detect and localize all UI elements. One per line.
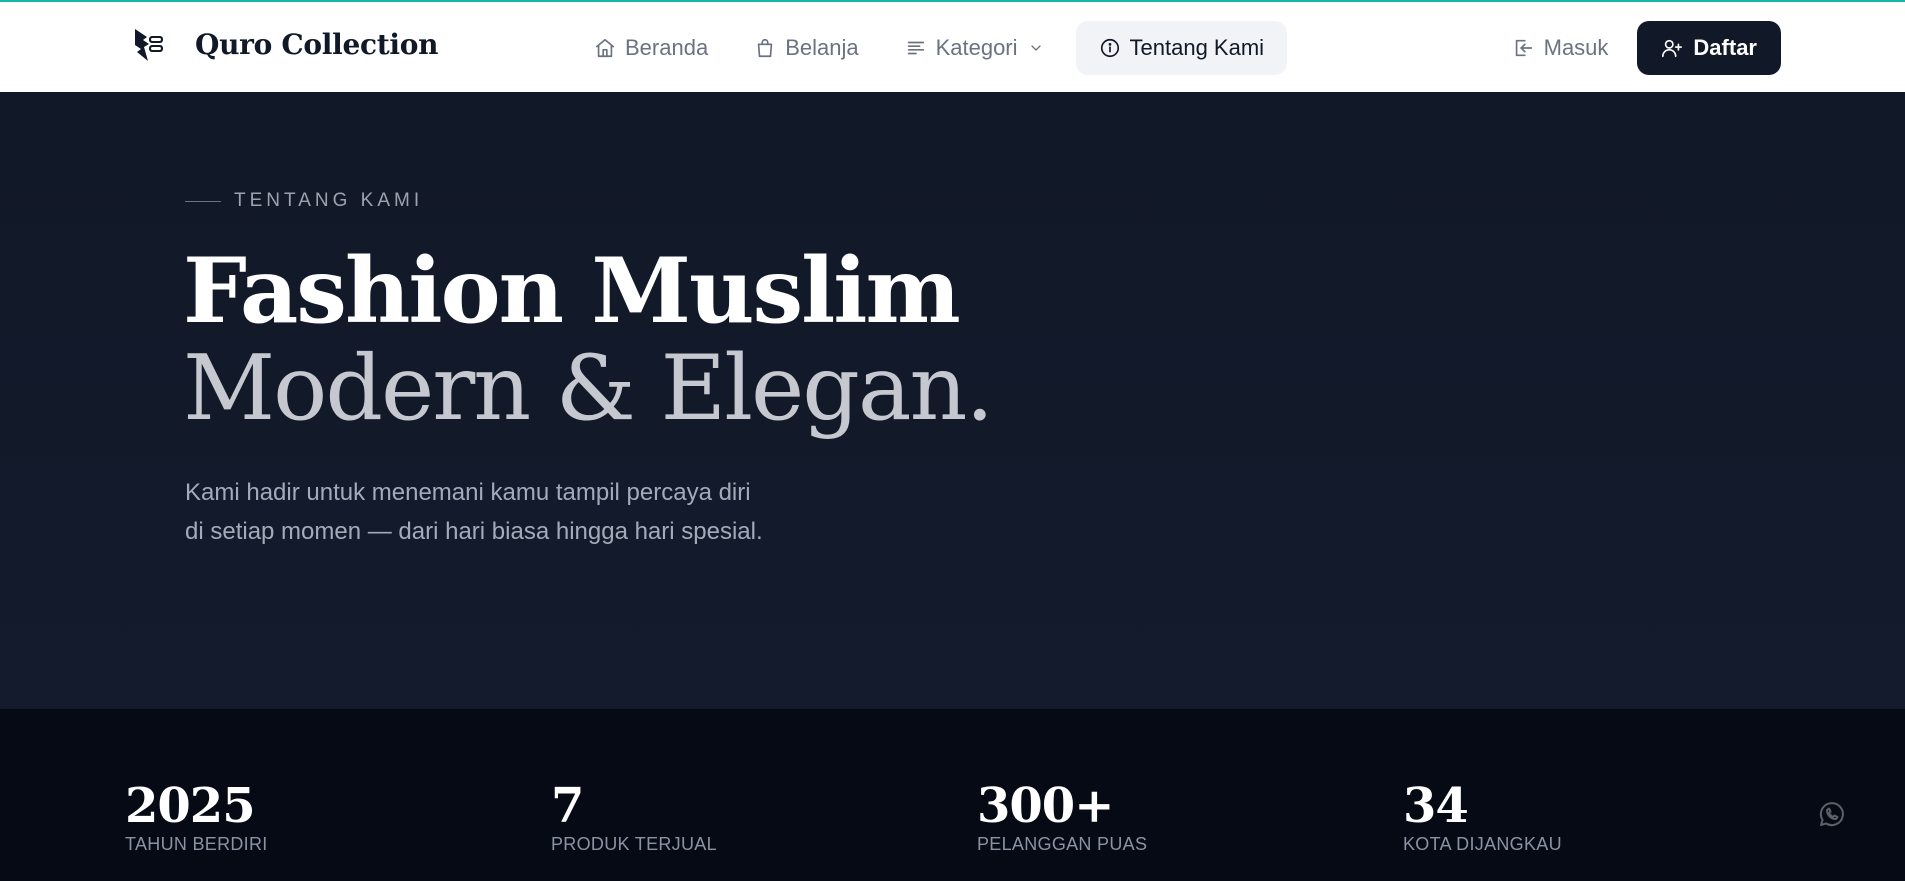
hero-eyebrow: TENTANG KAMI [185, 190, 423, 212]
site-header: Quro Collection Beranda Belanja Kategori… [0, 0, 1905, 92]
stat-value: 34 [1403, 778, 1469, 834]
login-link[interactable]: Masuk [1512, 35, 1609, 61]
brand[interactable]: Quro Collection [133, 28, 438, 62]
login-label: Masuk [1543, 35, 1609, 60]
stats-section: 2025 TAHUN BERDIRI 7 PRODUK TERJUAL 300+… [0, 709, 1905, 881]
stat-value: 2025 [125, 778, 256, 834]
hero-headline: Fashion Muslim Modern & Elegan. [183, 238, 994, 441]
nav-label-kategori: Kategori [935, 35, 1018, 60]
stat-label: PRODUK TERJUAL [551, 834, 717, 854]
nav-label-beranda: Beranda [625, 35, 709, 60]
eyebrow-divider [185, 200, 221, 202]
register-label: Daftar [1693, 35, 1757, 60]
home-icon [595, 38, 615, 58]
stat-label: KOTA DIJANGKAU [1403, 834, 1562, 854]
auth-actions: Masuk Daftar [1512, 21, 1781, 75]
login-icon [1515, 39, 1532, 57]
shopping-bag-icon [757, 38, 773, 58]
nav-item-tentang-kami[interactable]: Tentang Kami [1075, 21, 1288, 75]
brand-name: Quro Collection [195, 28, 439, 61]
stat-pelanggan-puas: 300+ PELANGGAN PUAS [977, 779, 1147, 855]
nav-label-belanja: Belanja [785, 35, 859, 60]
register-button[interactable]: Daftar [1637, 21, 1781, 75]
nav-item-beranda[interactable]: Beranda [580, 21, 722, 75]
hero-section: TENTANG KAMI Fashion Muslim Modern & Ele… [0, 92, 1905, 709]
nav-item-kategori[interactable]: Kategori [891, 21, 1058, 75]
stat-value: 300+ [977, 778, 1114, 834]
nav-label-tentang-kami: Tentang Kami [1129, 35, 1265, 60]
menu-lines-icon [907, 41, 924, 55]
headline-line-2: Modern & Elegan. [183, 336, 994, 441]
eyebrow-text: TENTANG KAMI [234, 190, 424, 211]
stat-produk-terjual: 7 PRODUK TERJUAL [551, 779, 717, 855]
user-plus-icon [1662, 39, 1683, 58]
whatsapp-icon[interactable] [1815, 799, 1847, 831]
qc-logo-icon [135, 29, 163, 61]
stat-label: TAHUN BERDIRI [125, 834, 268, 854]
hero-subtext: Kami hadir untuk menemani kamu tampil pe… [185, 479, 763, 545]
main-nav: Beranda Belanja Kategori Tentang Kami [580, 21, 1305, 75]
stat-value: 7 [551, 778, 584, 834]
headline-line-1: Fashion Muslim [183, 238, 961, 344]
stat-kota-dijangkau: 34 KOTA DIJANGKAU [1403, 779, 1562, 855]
stat-label: PELANGGAN PUAS [977, 834, 1148, 854]
stat-tahun-berdiri: 2025 TAHUN BERDIRI [125, 779, 268, 855]
chevron-down-icon [1030, 45, 1041, 51]
nav-item-belanja[interactable]: Belanja [740, 21, 872, 75]
page: Quro Collection Beranda Belanja Kategori… [0, 0, 1905, 881]
info-icon [1100, 38, 1119, 58]
